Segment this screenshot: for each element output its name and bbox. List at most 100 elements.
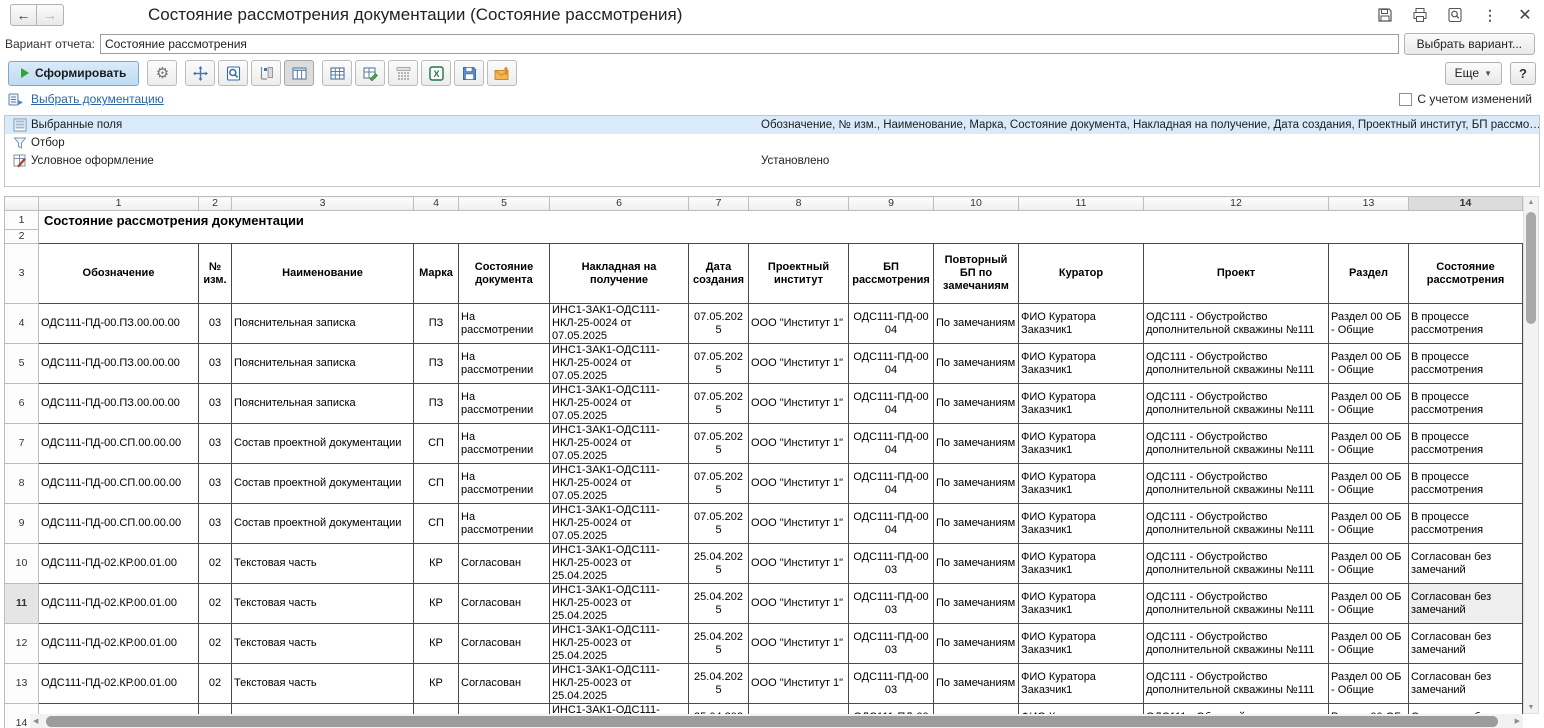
sheet-cell[interactable]: 07.05.2025 — [689, 304, 749, 344]
sheet-cell[interactable]: Раздел 00 ОБ - Общие — [1329, 664, 1409, 704]
sheet-cell[interactable]: ОДС111 - Обустройство дополнительной скв… — [1144, 424, 1329, 464]
settings-row-selected-fields[interactable]: Выбранные поля Обозначение, № изм., Наим… — [5, 116, 1539, 134]
table-columns-button[interactable] — [284, 60, 314, 86]
email-send-button[interactable] — [487, 60, 517, 86]
sheet-cell[interactable]: ОДС111 - Обустройство дополнительной скв… — [1144, 544, 1329, 584]
sheet-cell[interactable]: ООО "Институт 1" — [749, 544, 849, 584]
sheet-cell[interactable]: ИНС1-ЗАК1-ОДС111-НКЛ-25-0024 от 07.05.20… — [550, 384, 689, 424]
sheet-cell[interactable]: ФИО Куратора Заказчик1 — [1019, 384, 1144, 424]
horizontal-scrollbar[interactable]: ◀ ▶ — [30, 714, 1523, 728]
sheet-cell[interactable]: По замечаниям — [934, 624, 1019, 664]
sheet-cell[interactable]: 03 — [199, 384, 232, 424]
sheet-cell[interactable]: Раздел 00 ОБ - Общие — [1329, 504, 1409, 544]
row-number-8[interactable]: 8 — [5, 464, 39, 504]
sheet-cell[interactable]: Раздел 00 ОБ - Общие — [1329, 384, 1409, 424]
sheet-cell[interactable]: В процессе рассмотрения — [1409, 504, 1523, 544]
settings-row-filter[interactable]: Отбор — [5, 134, 1539, 152]
sheet-cell[interactable]: 02 — [199, 664, 232, 704]
sheet-cell[interactable]: Раздел 00 ОБ - Общие — [1329, 344, 1409, 384]
sheet-cell[interactable]: ОДС111-ПД-02.КР.00.01.00 — [39, 544, 199, 584]
sheet-cell[interactable]: Пояснительная записка — [232, 304, 414, 344]
move-cursor-button[interactable] — [185, 60, 215, 86]
sheet-cell[interactable]: ФИО Куратора Заказчик1 — [1019, 504, 1144, 544]
sheet-cell[interactable]: В процессе рассмотрения — [1409, 344, 1523, 384]
column-header[interactable]: Куратор — [1019, 244, 1144, 304]
sheet-cell[interactable]: ИНС1-ЗАК1-ОДС111-НКЛ-25-0024 от 07.05.20… — [550, 344, 689, 384]
sheet-cell[interactable]: ОДС111 - Обустройство дополнительной скв… — [1144, 664, 1329, 704]
sheet-cell[interactable]: На рассмотрении — [459, 384, 550, 424]
sheet-cell[interactable]: ФИО Куратора Заказчик1 — [1019, 304, 1144, 344]
sheet-cell[interactable]: На рассмотрении — [459, 424, 550, 464]
sheet-cell[interactable]: ПЗ — [414, 304, 459, 344]
sheet-cell[interactable]: ФИО Куратора Заказчик1 — [1019, 664, 1144, 704]
column-header[interactable]: Состояние рассмотрения — [1409, 244, 1523, 304]
sheet-cell[interactable]: ОДС111-ПД-0004 — [849, 304, 934, 344]
sheet-cell[interactable]: ООО "Институт 1" — [749, 304, 849, 344]
back-button[interactable]: ← — [10, 4, 37, 26]
sheet-cell[interactable]: ОДС111 - Обустройство дополнительной скв… — [1144, 344, 1329, 384]
row-number-1[interactable]: 1 — [5, 211, 39, 230]
sheet-cell[interactable]: ОДС111-ПД-00.СП.00.00.00 — [39, 504, 199, 544]
column-number-1[interactable]: 1 — [39, 197, 199, 211]
sheet-corner[interactable] — [5, 197, 39, 211]
sheet-cell[interactable]: 25.04.2025 — [689, 624, 749, 664]
scroll-right-icon[interactable]: ▶ — [1515, 717, 1520, 725]
sheet-cell[interactable]: 02 — [199, 624, 232, 664]
sheet-cell[interactable]: По замечаниям — [934, 544, 1019, 584]
row-number-10[interactable]: 10 — [5, 544, 39, 584]
sheet-cell[interactable]: 03 — [199, 424, 232, 464]
preview-icon[interactable] — [1446, 6, 1464, 24]
column-number-5[interactable]: 5 — [459, 197, 550, 211]
sheet-cell[interactable]: На рассмотрении — [459, 304, 550, 344]
help-button[interactable]: ? — [1510, 62, 1536, 85]
column-number-7[interactable]: 7 — [689, 197, 749, 211]
sheet-cell[interactable]: По замечаниям — [934, 344, 1019, 384]
sheet-cell[interactable]: ОДС111-ПД-00.СП.00.00.00 — [39, 424, 199, 464]
sheet-cell[interactable]: ФИО Куратора Заказчик1 — [1019, 464, 1144, 504]
sheet-cell[interactable]: ОДС111-ПД-0003 — [849, 544, 934, 584]
column-number-14[interactable]: 14 — [1409, 197, 1523, 211]
sheet-cell[interactable]: По замечаниям — [934, 304, 1019, 344]
scroll-down-icon[interactable]: ▼ — [1524, 704, 1538, 711]
sheet-cell[interactable]: Текстовая часть — [232, 624, 414, 664]
row-number-4[interactable]: 4 — [5, 304, 39, 344]
sheet-cell[interactable]: 25.04.2025 — [689, 544, 749, 584]
column-number-12[interactable]: 12 — [1144, 197, 1329, 211]
preview-zoom-button[interactable] — [218, 60, 248, 86]
sheet-cell[interactable]: ОДС111-ПД-02.КР.00.01.00 — [39, 584, 199, 624]
column-number-11[interactable]: 11 — [1019, 197, 1144, 211]
with-changes-checkbox[interactable] — [1399, 93, 1412, 106]
sheet-cell[interactable]: ФИО Куратора Заказчик1 — [1019, 624, 1144, 664]
sheet-cell[interactable]: По замечаниям — [934, 464, 1019, 504]
sheet-cell[interactable]: Текстовая часть — [232, 584, 414, 624]
sheet-cell[interactable]: Раздел 00 ОБ - Общие — [1329, 624, 1409, 664]
sheet-cell[interactable]: 07.05.2025 — [689, 464, 749, 504]
sheet-cell[interactable]: Состав проектной документации — [232, 464, 414, 504]
sheet-cell[interactable]: Состав проектной документации — [232, 504, 414, 544]
sheet-cell[interactable]: ОДС111-ПД-0003 — [849, 664, 934, 704]
sheet-cell[interactable]: Согласован — [459, 584, 550, 624]
sheet-cell[interactable]: ОДС111-ПД-0004 — [849, 424, 934, 464]
sheet-cell[interactable]: ОДС111 - Обустройство дополнительной скв… — [1144, 464, 1329, 504]
row-number-2[interactable]: 2 — [5, 230, 39, 244]
sheet-cell[interactable]: Пояснительная записка — [232, 344, 414, 384]
sheet-cell[interactable]: ООО "Институт 1" — [749, 424, 849, 464]
sheet-cell[interactable]: ОДС111-ПД-0004 — [849, 384, 934, 424]
sheet-cell[interactable]: ОДС111-ПД-02.КР.00.01.00 — [39, 624, 199, 664]
sheet-cell[interactable]: Раздел 00 ОБ - Общие — [1329, 584, 1409, 624]
sheet-cell[interactable]: По замечаниям — [934, 664, 1019, 704]
sheet-cell[interactable]: 03 — [199, 304, 232, 344]
generate-button[interactable]: Сформировать — [8, 61, 139, 86]
sheet-cell[interactable]: КР — [414, 624, 459, 664]
sheet-cell[interactable]: 02 — [199, 584, 232, 624]
close-icon[interactable]: ✕ — [1516, 6, 1534, 24]
sheet-cell[interactable]: Раздел 00 ОБ - Общие — [1329, 544, 1409, 584]
column-header[interactable]: Проект — [1144, 244, 1329, 304]
sheet-cell[interactable]: Согласован — [459, 624, 550, 664]
sheet-cell[interactable]: По замечаниям — [934, 424, 1019, 464]
sheet-cell[interactable]: 25.04.2025 — [689, 584, 749, 624]
sheet-cell[interactable]: ООО "Институт 1" — [749, 464, 849, 504]
sheet-cell[interactable]: СП — [414, 464, 459, 504]
sheet-cell[interactable]: 25.04.2025 — [689, 664, 749, 704]
sheet-cell[interactable]: В процессе рассмотрения — [1409, 384, 1523, 424]
